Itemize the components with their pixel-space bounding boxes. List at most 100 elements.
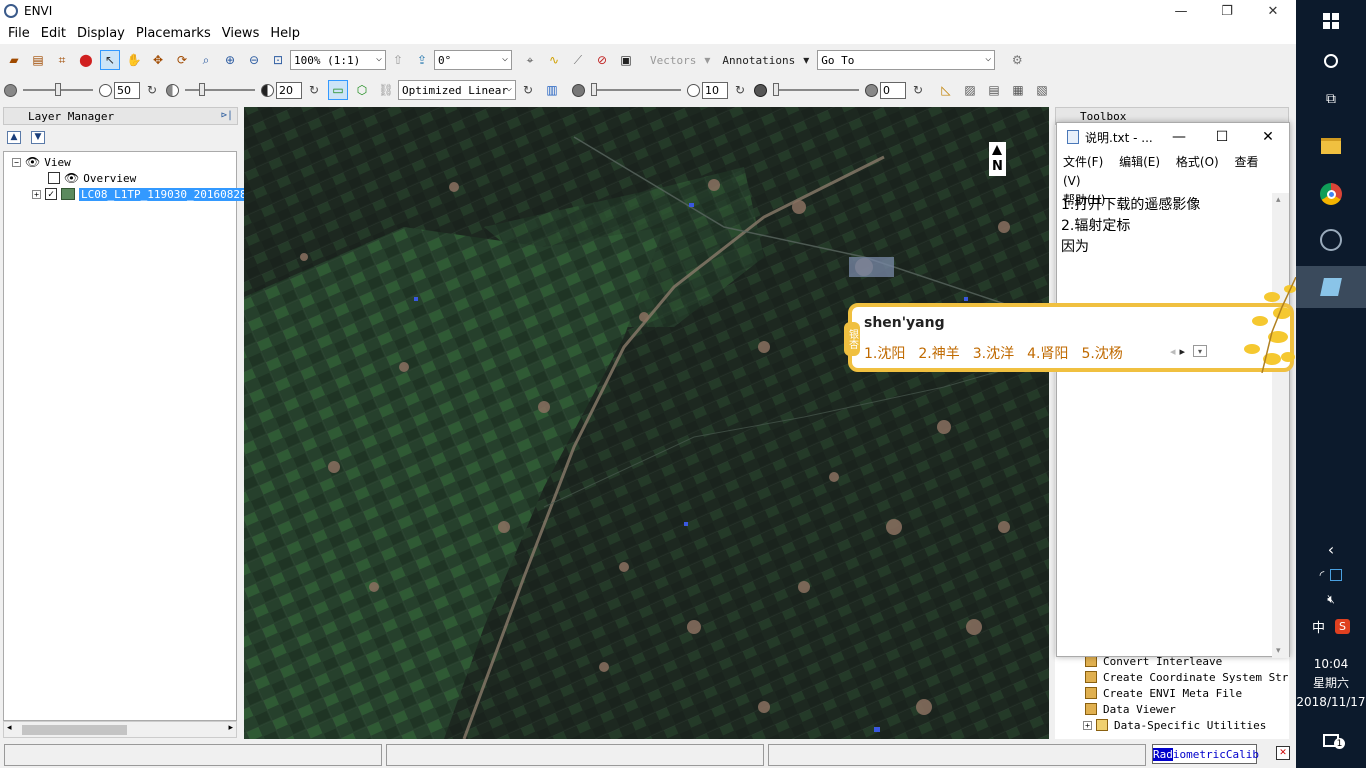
crosshair-icon[interactable]: ⌖	[520, 50, 540, 70]
expand-icon[interactable]: +	[32, 189, 41, 199]
next-page-icon[interactable]: ▸	[1180, 345, 1186, 358]
ime-candidate[interactable]: 1.沈阳	[864, 343, 905, 363]
tray-network[interactable]: ◜	[1296, 564, 1366, 586]
task-view-button[interactable]: ⧉	[1296, 86, 1366, 112]
taskbar-notepad[interactable]	[1296, 266, 1366, 308]
toolbox-search-input[interactable]: Rad iometricCalib	[1152, 744, 1259, 764]
stretch-link-icon[interactable]: ⛓	[376, 80, 396, 100]
brightness-value[interactable]: 50	[114, 81, 140, 99]
tray-volume[interactable]: 🔇︎	[1296, 588, 1366, 610]
notepad-menu-file[interactable]: 文件(F)	[1063, 155, 1103, 169]
data-manager-icon[interactable]: ▤	[28, 50, 48, 70]
minimize-button[interactable]: —	[1159, 123, 1199, 151]
tool-item[interactable]: Data Viewer	[1085, 701, 1176, 717]
goto-combo[interactable]: Go To ⌵	[817, 50, 996, 70]
maximize-button[interactable]: ☐	[1199, 123, 1245, 151]
ime-candidate[interactable]: 3.沈洋	[973, 343, 1014, 363]
refresh-icon[interactable]: ↻	[908, 80, 928, 100]
slider-thumb[interactable]	[591, 83, 597, 96]
zoom-in-icon[interactable]: ⊕	[220, 50, 240, 70]
scroll-up-icon[interactable]: ▴	[1276, 195, 1281, 205]
taskbar-envi[interactable]	[1296, 222, 1366, 258]
vectors-button[interactable]: Vectors	[650, 54, 696, 67]
minimize-button[interactable]: —	[1158, 0, 1204, 22]
notepad-vscroll[interactable]: ▴ ▾	[1272, 193, 1289, 658]
tool-item[interactable]: Create ENVI Meta File	[1085, 685, 1242, 701]
action-center-button[interactable]: 1	[1296, 728, 1366, 752]
clock[interactable]: 10:04 星期六 2018/11/17	[1296, 655, 1366, 712]
prev-page-icon[interactable]: ◂	[1170, 345, 1176, 358]
tool-item[interactable]: Create Coordinate System Str	[1085, 669, 1288, 685]
ime-candidate[interactable]: 2.神羊	[918, 343, 959, 363]
layer-tree-hscroll[interactable]: ◂ ▸	[3, 721, 237, 738]
sharpen-slider[interactable]	[591, 82, 681, 98]
move-down-icon[interactable]: ▼	[31, 130, 45, 144]
annotations-button[interactable]: Annotations	[722, 54, 795, 67]
roi-icon[interactable]: ⊘	[592, 50, 612, 70]
menu-display[interactable]: Display	[77, 26, 125, 41]
tray-ime[interactable]: 中 S	[1296, 614, 1366, 638]
scroll-right-icon[interactable]: ▸	[228, 723, 233, 733]
move-up-icon[interactable]: ▲	[7, 130, 21, 144]
chevron-down-icon[interactable]: ▾	[702, 50, 712, 70]
chevron-down-icon[interactable]: ▾	[801, 50, 811, 70]
measure-icon[interactable]: ◺	[936, 80, 956, 100]
tree-node-overview[interactable]: 👁 Overview	[48, 170, 136, 186]
stretch-combo[interactable]: Optimized Linear ⌵	[398, 80, 516, 100]
rotate-icon[interactable]: ⟳	[172, 50, 192, 70]
close-button[interactable]: ✕	[1245, 123, 1291, 151]
taskbar-explorer[interactable]	[1296, 128, 1366, 164]
slider-thumb[interactable]	[773, 83, 779, 96]
scroll-thumb[interactable]	[22, 725, 127, 735]
tool-folder[interactable]: + Data-Specific Utilities	[1083, 717, 1266, 733]
rotate-ccw-icon[interactable]: ⇧	[388, 50, 408, 70]
menu-edit[interactable]: Edit	[41, 26, 66, 41]
view-swipe-icon[interactable]: ▧	[1032, 80, 1052, 100]
select-arrow-icon[interactable]: ↖	[100, 50, 120, 70]
pan-hand-icon[interactable]: ✋	[124, 50, 144, 70]
view-blend-icon[interactable]: ▤	[984, 80, 1004, 100]
notepad-text-area[interactable]: 1.打开下载的遥感影像 2.辐射定标 因为	[1057, 193, 1273, 658]
menu-help[interactable]: Help	[270, 26, 300, 41]
expand-icon[interactable]: +	[1083, 720, 1092, 730]
zoom-combo[interactable]: 100% (1:1) ⌵	[290, 50, 386, 70]
open-folder-icon[interactable]: ▰	[4, 50, 24, 70]
contrast-value[interactable]: 20	[276, 81, 302, 99]
transparency-value[interactable]: 0	[880, 81, 906, 99]
taskbar-chrome[interactable]	[1296, 176, 1366, 212]
brightness-slider[interactable]	[23, 82, 93, 98]
scroll-left-icon[interactable]: ◂	[7, 723, 12, 733]
histogram-icon[interactable]: ▥	[542, 80, 562, 100]
spectral-profile-icon[interactable]: ∿	[544, 50, 564, 70]
overview-checkbox[interactable]	[48, 172, 60, 184]
refresh-icon[interactable]: ↻	[518, 80, 538, 100]
ime-candidate[interactable]: 4.肾阳	[1027, 343, 1068, 363]
fly-icon[interactable]: ✥	[148, 50, 168, 70]
expand-candidates-icon[interactable]: ▾	[1193, 345, 1208, 357]
tree-node-layer[interactable]: + ✓ LC08_L1TP_119030_20160828	[32, 186, 249, 202]
refresh-icon[interactable]: ↻	[142, 80, 162, 100]
placemark-icon[interactable]: ⬤	[76, 50, 96, 70]
rotate-north-icon[interactable]: ⇪	[412, 50, 432, 70]
maximize-button[interactable]: ❐	[1204, 0, 1250, 22]
stretch-view-icon[interactable]: ⬡	[352, 80, 372, 100]
notepad-menu-format[interactable]: 格式(O)	[1176, 155, 1219, 169]
refresh-icon[interactable]: ↻	[304, 80, 324, 100]
stretch-full-icon[interactable]: ▭	[328, 80, 348, 100]
pin-icon[interactable]: ⊳|	[221, 110, 233, 121]
collapse-icon[interactable]: −	[12, 157, 21, 167]
rotation-combo[interactable]: 0° ⌵	[434, 50, 512, 70]
refresh-icon[interactable]: ↻	[730, 80, 750, 100]
transparency-slider[interactable]	[773, 82, 859, 98]
start-button[interactable]	[1296, 8, 1366, 34]
notepad-menu-edit[interactable]: 编辑(E)	[1119, 155, 1160, 169]
pixel-locator-icon[interactable]: ▣	[616, 50, 636, 70]
zoom-full-icon[interactable]: ⊡	[268, 50, 288, 70]
portal-icon[interactable]: ▨	[960, 80, 980, 100]
scroll-down-icon[interactable]: ▾	[1276, 646, 1281, 656]
tree-node-view[interactable]: − 👁 View	[12, 154, 71, 170]
contrast-slider[interactable]	[185, 82, 255, 98]
image-view[interactable]: N	[244, 107, 1049, 739]
close-button[interactable]: ✕	[1250, 0, 1296, 22]
gear-icon[interactable]: ⚙	[1007, 50, 1027, 70]
